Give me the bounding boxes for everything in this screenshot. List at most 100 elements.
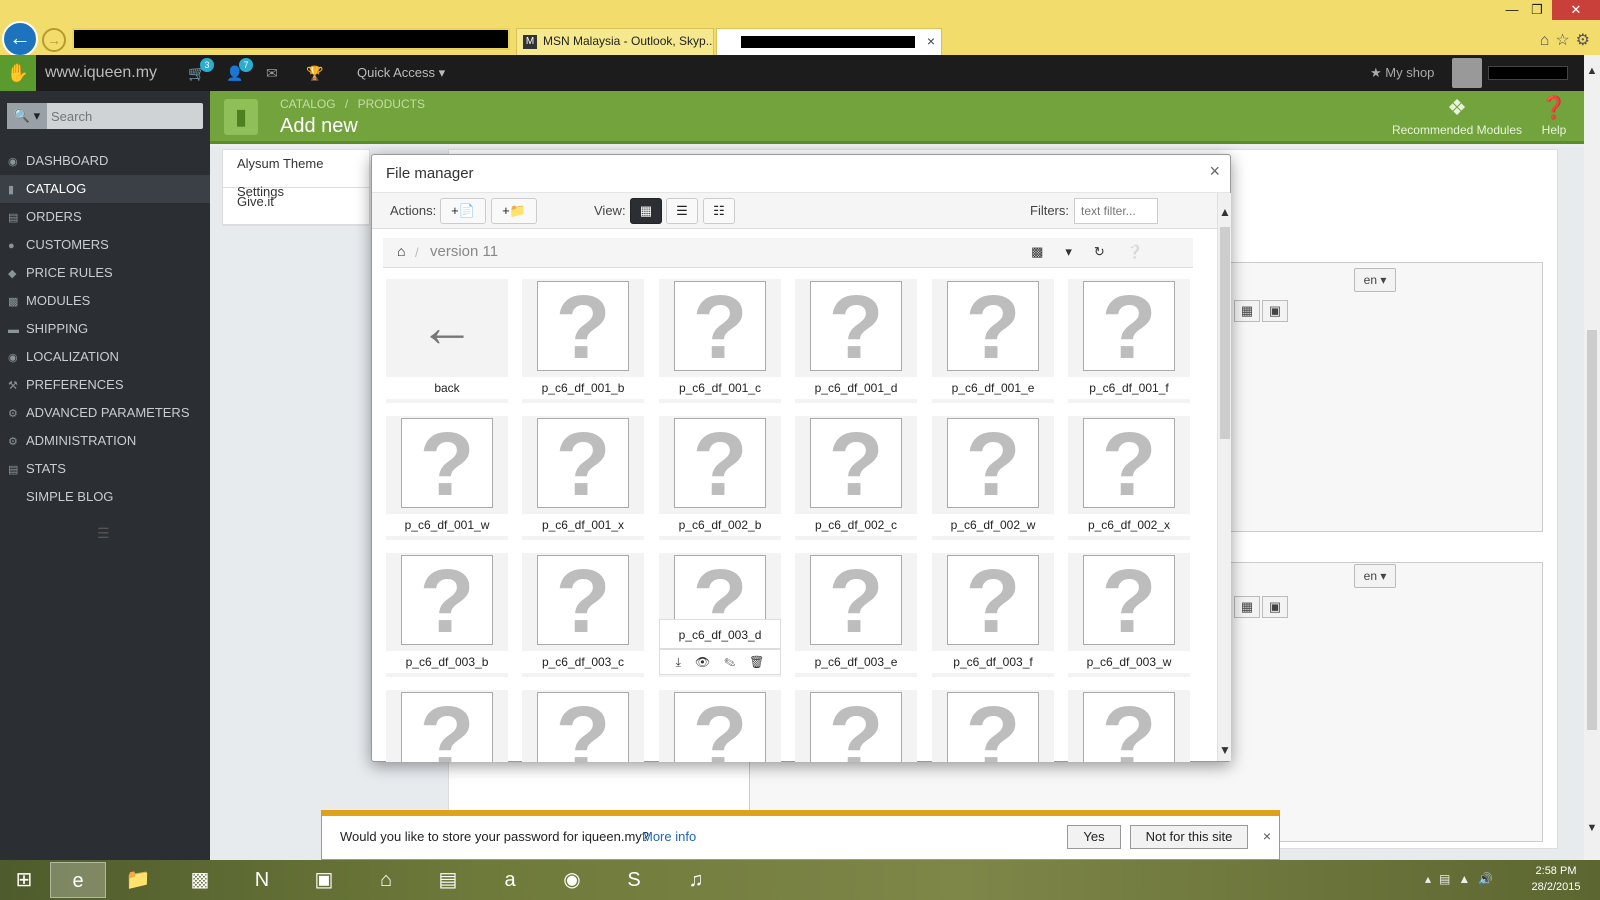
amazon-icon[interactable]: a (482, 862, 538, 898)
notes-icon[interactable]: ▤ (420, 862, 476, 898)
file-explorer-icon[interactable]: 📁 (110, 862, 166, 898)
address-bar[interactable] (72, 28, 510, 50)
scroll-up-icon[interactable]: ▲ (1218, 205, 1232, 219)
home-icon[interactable]: ⌂ (397, 243, 405, 259)
hand-logo-icon[interactable]: ✋ (0, 55, 36, 91)
grid-view-button[interactable]: ▦ (630, 198, 662, 224)
refresh-icon[interactable]: ↻ (1094, 244, 1127, 259)
redacted-username[interactable] (1488, 66, 1568, 80)
file-item[interactable]: ? p_c6_df_001_b (522, 279, 644, 403)
breadcrumb-catalog[interactable]: CATALOG (280, 97, 336, 111)
sidebar-item-catalog[interactable]: ▮ CATALOG (0, 175, 210, 203)
file-item[interactable]: ? p_c6_df_001_c (659, 279, 781, 403)
clock[interactable]: 2:58 PM 28/2/2015 (1520, 863, 1592, 895)
forward-arrow-icon[interactable]: → (42, 28, 66, 52)
back-arrow-icon[interactable]: ← (2, 21, 38, 57)
film-icon[interactable]: ▦ (1234, 300, 1260, 322)
search-input[interactable] (51, 103, 201, 129)
avatar[interactable] (1452, 58, 1482, 88)
file-item[interactable]: ? p_c6_df_003_w (1068, 553, 1190, 677)
speaker-icon[interactable]: 🔊 (1478, 872, 1501, 886)
scroll-thumb[interactable] (1220, 227, 1230, 439)
question-circle-icon[interactable]: ❔ (1127, 244, 1165, 259)
tab-give-it[interactable]: Give.it (223, 188, 369, 226)
new-folder-button[interactable]: +📁 (491, 198, 537, 224)
my-shop-link[interactable]: ★ My shop (1370, 55, 1434, 91)
recommended-modules-button[interactable]: ❖ Recommended Modules (1388, 93, 1526, 137)
internet-explorer-icon[interactable]: e (50, 862, 106, 898)
home-icon[interactable]: ⌂ (1540, 32, 1556, 49)
language-dropdown[interactable]: en ▾ (1354, 268, 1396, 292)
file-manager-scrollbar[interactable]: ▲ ▼ (1217, 193, 1231, 761)
file-item[interactable]: ? p_c6_df_003_f (932, 553, 1054, 677)
eye-icon[interactable]: 👁 (695, 655, 724, 669)
file-item-hovered[interactable]: ? p_c6_df_003_d ⤓👁✎🗑 (659, 553, 781, 677)
minimize-icon[interactable]: — (1500, 0, 1524, 20)
filter-input[interactable] (1074, 198, 1158, 224)
file-item[interactable]: ? p_c6_df_001_f (1068, 279, 1190, 403)
list-view-button[interactable]: ☰ (666, 198, 698, 224)
chrome-icon[interactable]: ◉ (544, 862, 600, 898)
download-icon[interactable]: ⤓ (676, 655, 695, 669)
sidebar-item-localization[interactable]: ◉ LOCALIZATION (0, 343, 210, 371)
file-item[interactable]: ? p_c6_df_001_w (386, 416, 508, 540)
file-item[interactable]: ? p_c6_df_001_e (932, 279, 1054, 403)
sidebar-item-dashboard[interactable]: ◉ DASHBOARD (0, 147, 210, 175)
sidebar-item-advanced-parameters[interactable]: ⚙ ADVANCED PARAMETERS (0, 399, 210, 427)
sidebar-item-price-rules[interactable]: ◆ PRICE RULES (0, 259, 210, 287)
gear-icon[interactable]: ⚙ (1576, 32, 1596, 49)
envelope-icon[interactable]: ✉ (266, 55, 278, 91)
file-item-back[interactable]: ← back (386, 279, 508, 403)
image-icon[interactable]: ▣ (1262, 596, 1288, 618)
file-item[interactable]: ? p_c6_df_002_c (795, 416, 917, 540)
quick-access-dropdown[interactable]: Quick Access ▾ (357, 55, 445, 91)
sidebar-item-stats[interactable]: ▤ STATS (0, 455, 210, 483)
home-app-icon[interactable]: ⌂ (358, 862, 414, 898)
skype-icon[interactable]: S (606, 862, 662, 898)
sidebar-item-modules[interactable]: ▩ MODULES (0, 287, 210, 315)
sidebar-item-customers[interactable]: ● CUSTOMERS (0, 231, 210, 259)
file-item[interactable]: ? p_c6_df_001_x (522, 416, 644, 540)
menu-collapse-icon[interactable]: ☰ (97, 525, 110, 542)
file-item[interactable]: ? (1068, 690, 1190, 762)
window-close-icon[interactable]: ✕ (1552, 0, 1600, 20)
network-icon[interactable]: ▤ (1439, 872, 1458, 886)
film-icon[interactable]: ▦ (1234, 596, 1260, 618)
yes-button[interactable]: Yes (1067, 825, 1121, 849)
media-player-icon[interactable]: ♫ (668, 862, 724, 898)
windows-start-icon[interactable]: ⊞ (0, 862, 48, 898)
sidebar-item-orders[interactable]: ▤ ORDERS (0, 203, 210, 231)
tab-alysum-theme-settings[interactable]: Alysum Theme Settings (223, 150, 369, 199)
not-for-this-site-button[interactable]: Not for this site (1130, 825, 1248, 849)
file-item[interactable]: ? p_c6_df_003_c (522, 553, 644, 677)
site-name[interactable]: www.iqueen.my (45, 55, 157, 91)
sidebar-item-preferences[interactable]: ⚒ PREFERENCES (0, 371, 210, 399)
more-info-link[interactable]: More info (642, 829, 696, 844)
restore-icon[interactable]: ❐ (1524, 0, 1550, 20)
signal-icon[interactable]: ▲ (1458, 872, 1478, 886)
file-item[interactable]: ? (659, 690, 781, 762)
file-item[interactable]: ? p_c6_df_003_b (386, 553, 508, 677)
search-icon[interactable]: 🔍 ▾ (7, 103, 47, 129)
close-icon[interactable]: × (1263, 828, 1271, 844)
sidebar-item-administration[interactable]: ⚙ ADMINISTRATION (0, 427, 210, 455)
scroll-down-icon[interactable]: ▼ (1218, 743, 1232, 757)
trash-icon[interactable]: 🗑 (749, 655, 778, 669)
sort-icon[interactable]: ▩▾ (1031, 244, 1094, 259)
close-icon[interactable]: × (1209, 161, 1220, 182)
trophy-icon[interactable]: 🏆 (306, 55, 323, 91)
file-item[interactable]: ? p_c6_df_002_b (659, 416, 781, 540)
page-scrollbar[interactable]: ▲ ▼ (1584, 55, 1600, 860)
file-item[interactable]: ? p_c6_df_001_d (795, 279, 917, 403)
scroll-down-icon[interactable]: ▼ (1584, 822, 1600, 834)
file-item[interactable]: ? p_c6_df_003_e (795, 553, 917, 677)
store-icon[interactable]: ▩ (172, 862, 228, 898)
image-icon[interactable]: ▣ (1262, 300, 1288, 322)
file-item[interactable]: ? (932, 690, 1054, 762)
file-item[interactable]: ? p_c6_df_002_x (1068, 416, 1190, 540)
sidebar-item-simple-blog[interactable]: SIMPLE BLOG (0, 483, 210, 511)
tab-close-icon[interactable]: × (927, 29, 935, 54)
help-button[interactable]: ❓ Help (1532, 93, 1576, 137)
breadcrumb-products[interactable]: PRODUCTS (358, 97, 425, 111)
tray-up-icon[interactable]: ▴ (1425, 872, 1439, 886)
